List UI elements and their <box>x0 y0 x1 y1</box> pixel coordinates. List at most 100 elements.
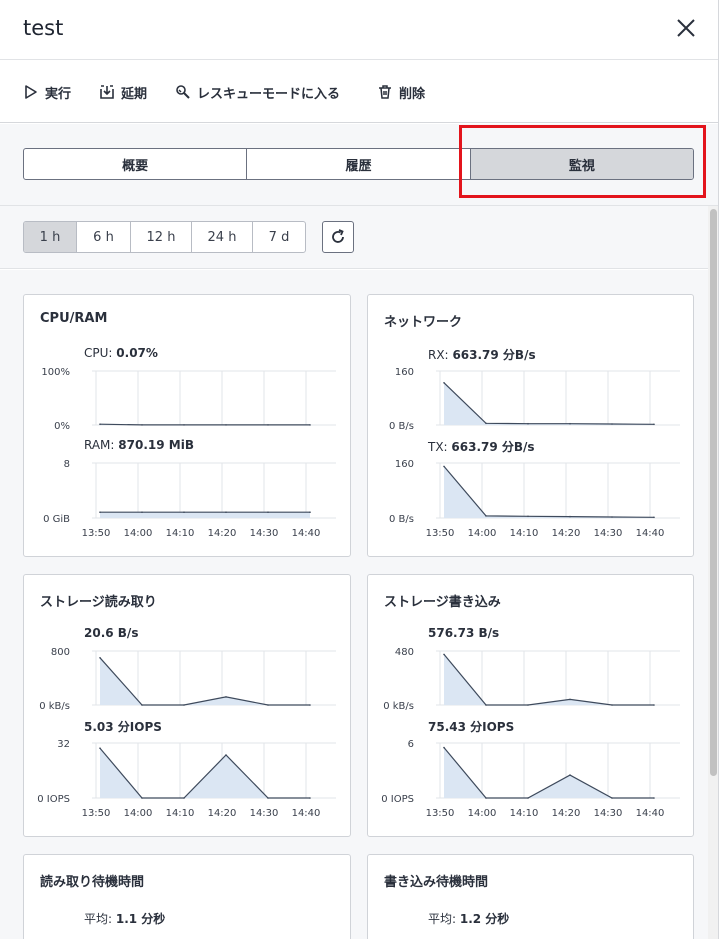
range-7d[interactable]: 7 d <box>253 222 305 252</box>
data-point <box>653 797 655 799</box>
data-point <box>485 422 487 425</box>
panel-title: test <box>23 16 64 40</box>
y-tick-label: 800 <box>51 647 70 658</box>
y-tick-label: 160 <box>395 459 414 470</box>
y-tick-label: 0 kB/s <box>383 701 414 712</box>
scrollbar[interactable] <box>708 206 718 939</box>
rx-metric: RX: 663.79 分B/s <box>428 346 536 363</box>
range-24h[interactable]: 24 h <box>192 222 253 252</box>
read-latency-metric: 平均: 1.1 分秒 <box>84 910 165 927</box>
data-point <box>527 515 529 518</box>
metric-value: 870.19 MiB <box>118 438 194 452</box>
rescue-label: レスキューモードに入る <box>197 86 341 102</box>
x-tick-label: 14:20 <box>552 808 581 819</box>
write-iops-metric: 75.43 分IOPS <box>428 718 514 735</box>
metric-value: 576.73 B/s <box>428 626 500 640</box>
tab-bar-zone: 概要 履歴 監視 <box>0 124 718 206</box>
data-point <box>99 511 101 513</box>
rescue-mode-button[interactable]: レスキューモードに入る <box>175 80 340 104</box>
metric-label: CPU: <box>84 346 113 360</box>
metric-value: 663.79 分B/s <box>451 440 535 454</box>
range-1h[interactable]: 1 h <box>24 222 77 252</box>
scrollbar-thumb[interactable] <box>710 209 717 776</box>
range-12h[interactable]: 12 h <box>131 222 192 252</box>
tx-metric: TX: 663.79 分B/s <box>428 438 535 455</box>
series-area <box>444 382 654 425</box>
series-area <box>444 466 654 518</box>
y-tick-label: 0 B/s <box>389 421 414 432</box>
data-point <box>183 424 185 426</box>
y-tick-label: 160 <box>395 367 414 378</box>
refresh-icon <box>332 229 344 243</box>
data-point <box>611 797 613 799</box>
tab-overview[interactable]: 概要 <box>24 149 248 179</box>
y-tick-label: 0 IOPS <box>381 794 414 805</box>
x-tick-label: 14:20 <box>552 528 581 539</box>
read-bw-metric: 20.6 B/s <box>84 626 138 640</box>
data-point <box>225 696 227 698</box>
y-tick-label: 0 IOPS <box>37 794 70 805</box>
refresh-button[interactable] <box>322 221 354 253</box>
data-point <box>267 704 269 706</box>
x-tick-label: 14:40 <box>292 808 321 819</box>
x-tick-label: 14:10 <box>166 528 195 539</box>
metric-label: RX: <box>428 348 449 362</box>
data-point <box>443 465 445 468</box>
card-cpu-ram: 100% 0% 8 0 GiB 13:50 14:00 14:10 14:20 14:30 14:… <box>23 294 351 557</box>
postpone-button[interactable]: 延期 <box>99 80 147 104</box>
data-point <box>443 653 445 656</box>
card-storage-read: 800 0 kB/s 32 0 IOPS 13:50 14:00 14:10 14:20 14:… <box>23 574 351 837</box>
series-line <box>99 423 310 426</box>
network-chart: 160 0 B/s 160 0 B/s 13:50 14:00 14:10 14:20 14:3… <box>389 367 680 539</box>
series-area <box>100 512 310 518</box>
x-tick-label: 13:50 <box>82 808 111 819</box>
data-point <box>183 704 185 706</box>
x-tick-label: 13:50 <box>426 808 455 819</box>
data-point <box>141 424 143 426</box>
data-point <box>569 698 571 701</box>
metric-label: TX: <box>428 440 448 454</box>
y-tick-label: 6 <box>408 739 414 750</box>
metric-value: 1.1 分秒 <box>115 912 166 926</box>
delete-button[interactable]: 削除 <box>377 80 425 104</box>
metric-value: 75.43 分IOPS <box>428 720 515 734</box>
metric-value: 5.03 分IOPS <box>84 720 162 734</box>
postpone-label: 延期 <box>121 86 148 102</box>
metric-label: RAM: <box>84 438 115 452</box>
x-tick-label: 14:40 <box>292 528 321 539</box>
x-tick-label: 14:20 <box>208 808 237 819</box>
run-button[interactable]: 実行 <box>23 80 71 104</box>
download-box-icon <box>100 85 114 99</box>
card-title: CPU/RAM <box>40 311 108 326</box>
storage-read-chart: 800 0 kB/s 32 0 IOPS 13:50 14:00 14:10 14:20 14:… <box>37 647 336 819</box>
data-point <box>309 797 311 799</box>
tab-monitoring[interactable]: 監視 <box>470 149 693 179</box>
x-tick-label: 14:10 <box>166 808 195 819</box>
write-latency-metric: 平均: 1.2 分秒 <box>428 910 509 927</box>
x-tick-label: 14:20 <box>208 528 237 539</box>
trash-icon <box>379 85 391 99</box>
x-tick-label: 14:30 <box>594 528 623 539</box>
data-point <box>653 423 655 426</box>
x-tick-label: 14:10 <box>510 528 539 539</box>
storage-write-chart: 480 0 kB/s 6 0 IOPS 13:50 14:00 14:10 14:20 14:3… <box>381 647 680 819</box>
data-point <box>527 422 529 425</box>
x-tick-label: 14:30 <box>250 808 279 819</box>
metric-value: 1.2 分秒 <box>459 912 510 926</box>
monitoring-panel: test 実行 延期 レスキューモードに入る 削除 概要 履歴 監視 1 h 6… <box>0 0 719 939</box>
data-point <box>443 382 445 384</box>
x-tick-label: 14:00 <box>468 808 497 819</box>
series-area <box>444 654 654 705</box>
close-icon[interactable] <box>674 16 698 40</box>
y-tick-label: 32 <box>57 739 70 750</box>
data-point <box>611 704 613 706</box>
card-title: ネットワーク <box>384 315 463 330</box>
tab-history[interactable]: 履歴 <box>247 149 471 179</box>
action-toolbar: 実行 延期 レスキューモードに入る 削除 <box>0 61 718 123</box>
cpu-ram-chart: 100% 0% 8 0 GiB 13:50 14:00 14:10 14:20 14:30 14:… <box>41 367 336 539</box>
data-point <box>183 797 185 799</box>
range-6h[interactable]: 6 h <box>77 222 131 252</box>
data-point <box>569 774 571 776</box>
metric-label: 平均: <box>84 912 113 926</box>
card-title: 書き込み待機時間 <box>384 875 489 890</box>
